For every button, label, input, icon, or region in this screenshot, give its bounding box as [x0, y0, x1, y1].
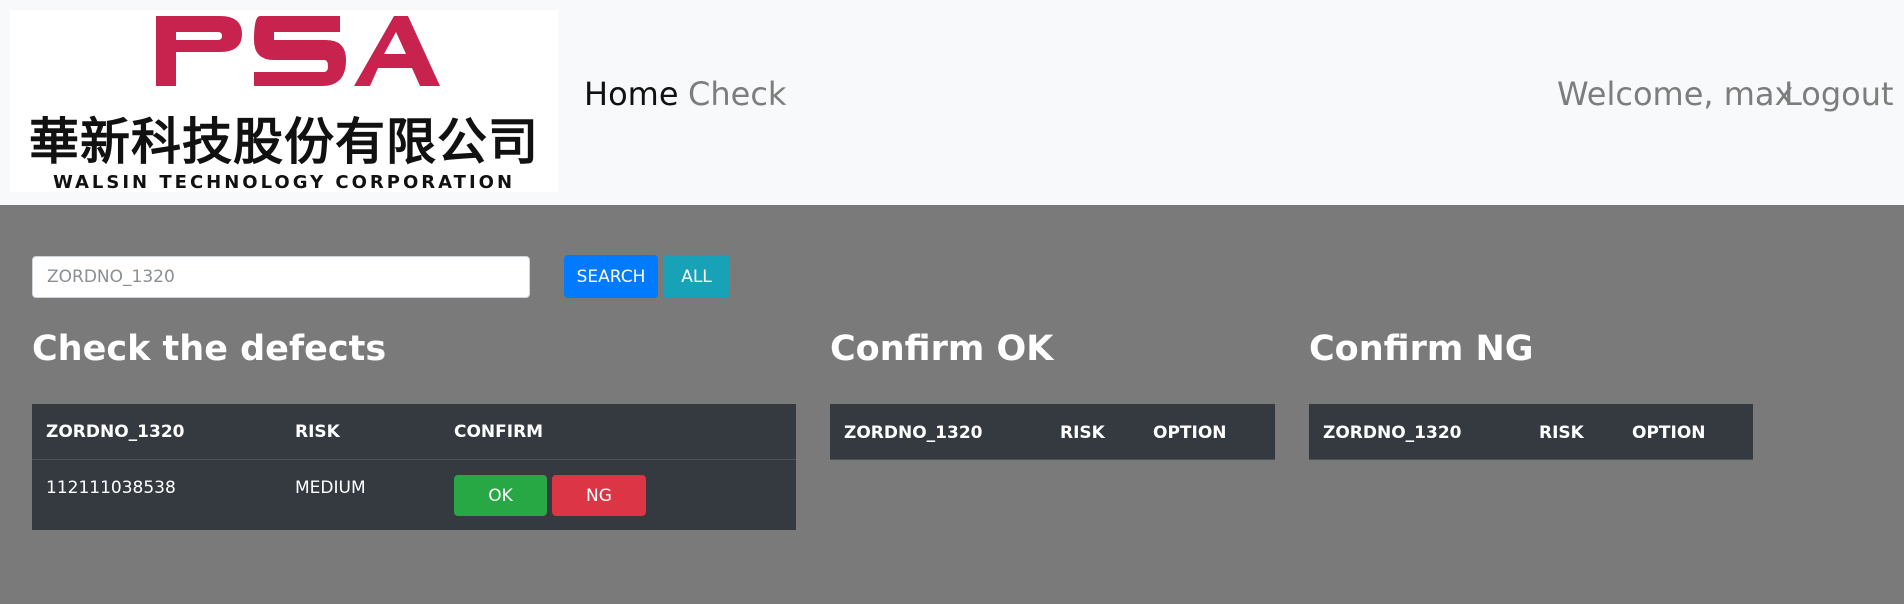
confirm-ng-title: Confirm NG [1309, 329, 1534, 369]
search-button[interactable]: SEARCH [564, 255, 658, 298]
logo-english-name: WALSIN TECHNOLOGY CORPORATION [52, 172, 516, 193]
confirm-ng-col-option: OPTION [1632, 423, 1706, 443]
confirm-ok-col-zordno: ZORDNO_1320 [844, 423, 983, 443]
welcome-text: Welcome, max [1557, 75, 1794, 113]
defect-zordno-cell: 112111038538 [46, 478, 176, 498]
nav-home-link[interactable]: Home [584, 72, 679, 116]
defects-col-confirm: CONFIRM [454, 422, 544, 442]
confirm-ok-col-option: OPTION [1153, 423, 1227, 443]
defects-table: ZORDNO_1320 RISK CONFIRM 112111038538 ME… [32, 404, 796, 530]
logout-link[interactable]: Logout [1784, 72, 1894, 116]
company-logo[interactable]: 華新科技股份有限公司 WALSIN TECHNOLOGY CORPORATION [10, 10, 558, 193]
defects-col-zordno: ZORDNO_1320 [46, 422, 185, 442]
defects-title: Check the defects [32, 329, 387, 369]
ng-button[interactable]: NG [552, 475, 646, 516]
defect-risk-cell: MEDIUM [295, 478, 366, 498]
confirm-ok-title: Confirm OK [830, 329, 1054, 369]
defects-header-divider [32, 459, 796, 460]
search-input[interactable] [32, 256, 530, 298]
defects-col-risk: RISK [295, 422, 340, 442]
logo-chinese-name: 華新科技股份有限公司 [29, 113, 539, 171]
nav-check-link[interactable]: Check [688, 72, 786, 116]
psa-logo-mark [156, 16, 440, 86]
confirm-ok-col-risk: RISK [1060, 423, 1105, 443]
confirm-ng-col-risk: RISK [1539, 423, 1584, 443]
confirm-ok-table: ZORDNO_1320 RISK OPTION [830, 404, 1275, 460]
confirm-ng-divider [1309, 459, 1753, 460]
ok-button[interactable]: OK [454, 475, 547, 516]
all-button[interactable]: ALL [663, 255, 730, 298]
confirm-ng-table: ZORDNO_1320 RISK OPTION [1309, 404, 1753, 460]
confirm-ok-divider [830, 459, 1275, 460]
navbar: 華新科技股份有限公司 WALSIN TECHNOLOGY CORPORATION… [0, 0, 1904, 205]
confirm-ng-col-zordno: ZORDNO_1320 [1323, 423, 1462, 443]
